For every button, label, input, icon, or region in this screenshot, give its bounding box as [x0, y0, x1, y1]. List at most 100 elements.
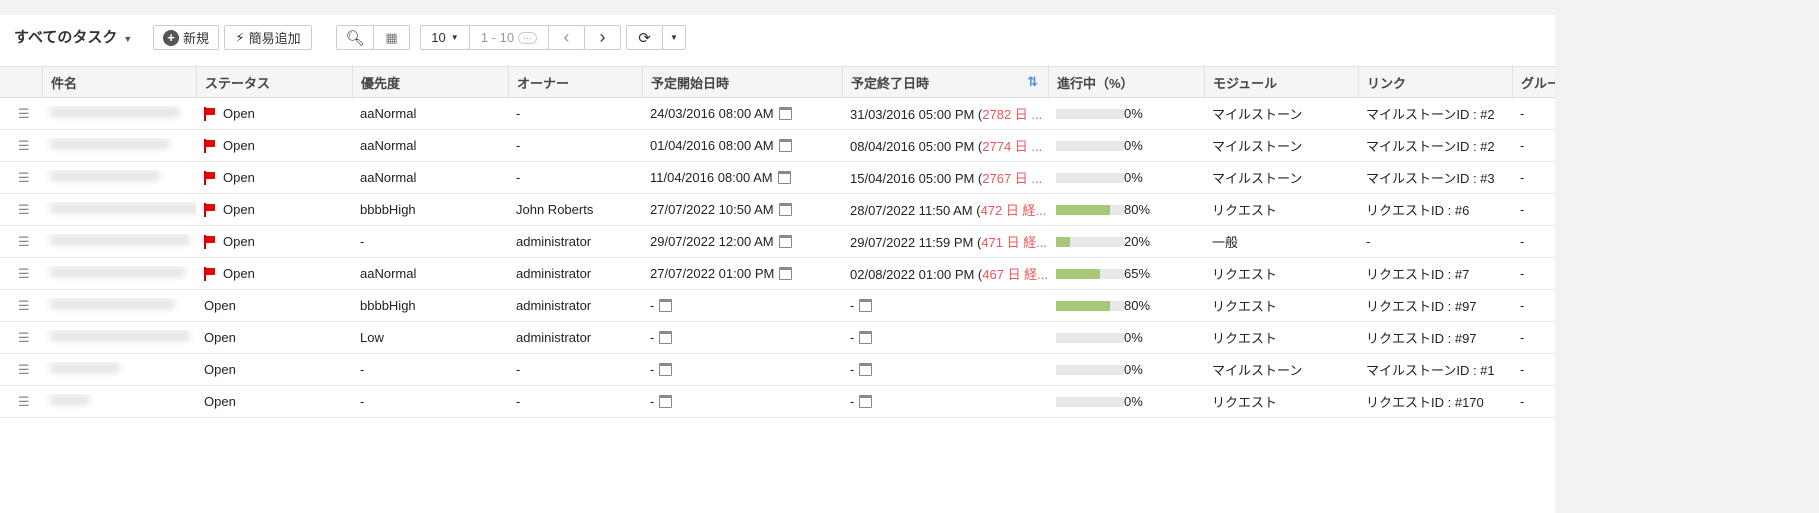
drag-handle-icon[interactable]: ☰ [0, 394, 42, 410]
drag-handle-icon[interactable]: ☰ [0, 106, 42, 122]
progress-label: 80% [1124, 298, 1151, 313]
progress-bar [1056, 205, 1124, 215]
table-row[interactable]: ☰ Open aaNormal - 01/04/2016 08:00 AM 08… [0, 130, 1555, 162]
link-cell[interactable]: リクエストID : #6 [1358, 200, 1512, 219]
start-text: 27/07/2022 10:50 AM [650, 202, 774, 217]
task-title-cell[interactable] [42, 330, 196, 345]
search-button[interactable]: 🔍︎ [336, 25, 374, 50]
start-cell: 01/04/2016 08:00 AM [642, 138, 842, 153]
header-end[interactable]: 予定終了日時 ⇅ [842, 67, 1048, 97]
drag-handle-icon[interactable]: ☰ [0, 330, 42, 346]
task-title-cell[interactable] [42, 298, 196, 313]
calendar-icon[interactable] [659, 395, 673, 408]
new-button[interactable]: + 新規 [153, 25, 219, 50]
calendar-icon[interactable] [778, 203, 792, 216]
table-row[interactable]: ☰ Open bbbbHigh John Roberts 27/07/2022 … [0, 194, 1555, 226]
flag-icon [204, 203, 215, 217]
table-row[interactable]: ☰ Open aaNormal - 11/04/2016 08:00 AM 15… [0, 162, 1555, 194]
drag-handle-icon[interactable]: ☰ [0, 234, 42, 250]
task-title-cell[interactable] [42, 394, 196, 409]
end-cell: - [842, 362, 1048, 377]
header-status[interactable]: ステータス [196, 67, 352, 97]
caret-down-icon: ▼ [123, 34, 133, 44]
task-title-cell[interactable] [42, 362, 196, 377]
start-text: - [650, 394, 655, 409]
refresh-button[interactable]: ⟳ [626, 25, 663, 50]
header-module[interactable]: モジュール [1204, 67, 1358, 97]
more-count-button[interactable]: ··· [518, 31, 538, 44]
prev-page-button[interactable]: ‹ [548, 25, 585, 50]
drag-handle-icon[interactable]: ☰ [0, 362, 42, 378]
header-title[interactable]: 件名 [42, 67, 196, 97]
task-title-cell[interactable] [42, 138, 196, 153]
calendar-icon[interactable] [659, 331, 673, 344]
task-title-cell[interactable] [42, 106, 196, 121]
drag-handle-icon[interactable]: ☰ [0, 266, 42, 282]
refresh-options-button[interactable]: ▼ [662, 25, 686, 50]
view-selector[interactable]: すべてのタスク ▼ [14, 26, 132, 47]
group-cell: - [1520, 106, 1525, 121]
calendar-icon[interactable] [779, 267, 793, 280]
drag-handle-icon[interactable]: ☰ [0, 298, 42, 314]
calendar-icon[interactable] [859, 331, 873, 344]
drag-handle-icon[interactable]: ☰ [0, 138, 42, 154]
progress-label: 80% [1124, 202, 1151, 217]
calendar-icon[interactable] [859, 363, 873, 376]
task-list-panel: すべてのタスク ▼ + 新規 ⚡ 簡易追加 🔍︎ ▦ 10 ▼ 1 - 10 ··· ‹ … [0, 15, 1555, 513]
table-row[interactable]: ☰ Open - - - - 0% リクエスト リクエストID : #170 - [0, 386, 1555, 418]
quick-add-button[interactable]: ⚡ 簡易追加 [224, 25, 312, 50]
link-cell[interactable]: - [1358, 234, 1512, 249]
calendar-icon[interactable] [659, 299, 673, 312]
task-title-cell[interactable] [42, 170, 196, 185]
calendar-icon[interactable] [778, 107, 792, 120]
drag-handle-icon[interactable]: ☰ [0, 170, 42, 186]
task-title-cell[interactable] [42, 202, 196, 217]
progress-bar [1056, 333, 1124, 343]
sort-icon[interactable]: ⇅ [1027, 74, 1038, 90]
progress-label: 0% [1124, 362, 1143, 377]
table-row[interactable]: ☰ Open - administrator 29/07/2022 12:00 … [0, 226, 1555, 258]
task-title-cell[interactable] [42, 266, 196, 281]
calendar-icon[interactable] [778, 235, 792, 248]
link-cell[interactable]: マイルストーンID : #2 [1358, 104, 1512, 123]
link-cell[interactable]: リクエストID : #7 [1358, 264, 1512, 283]
view-title: すべてのタスク [14, 29, 118, 46]
table-row[interactable]: ☰ Open bbbbHigh administrator - - 80% リク… [0, 290, 1555, 322]
calendar-icon[interactable] [859, 299, 873, 312]
calendar-icon[interactable] [778, 139, 792, 152]
header-owner[interactable]: オーナー [508, 67, 642, 97]
calendar-icon[interactable] [659, 363, 673, 376]
start-text: 24/03/2016 08:00 AM [650, 106, 774, 121]
table-row[interactable]: ☰ Open - - - - 0% マイルストーン マイルストーンID : #1… [0, 354, 1555, 386]
link-cell[interactable]: マイルストーンID : #2 [1358, 136, 1512, 155]
task-title-cell[interactable] [42, 234, 196, 249]
progress-bar [1056, 397, 1124, 407]
end-text: 29/07/2022 11:59 PM ( [850, 235, 982, 250]
end-cell: 31/03/2016 05:00 PM (2782 日 ... [842, 104, 1048, 123]
progress-label: 0% [1124, 394, 1143, 409]
priority-cell: aaNormal [360, 138, 417, 153]
calendar-icon[interactable] [859, 395, 873, 408]
header-priority[interactable]: 優先度 [352, 67, 508, 97]
header-link[interactable]: リンク [1358, 67, 1512, 97]
table-row[interactable]: ☰ Open aaNormal administrator 27/07/2022… [0, 258, 1555, 290]
link-cell[interactable]: リクエストID : #97 [1358, 296, 1512, 315]
header-start[interactable]: 予定開始日時 [642, 67, 842, 97]
table-row[interactable]: ☰ Open aaNormal - 24/03/2016 08:00 AM 31… [0, 98, 1555, 130]
column-chooser-button[interactable]: ▦ [373, 25, 410, 50]
calendar-icon[interactable] [777, 171, 791, 184]
page-size-select[interactable]: 10 ▼ [420, 25, 470, 50]
link-cell[interactable]: マイルストーンID : #1 [1358, 360, 1512, 379]
overdue-text: 2774 日 ... [982, 139, 1043, 154]
status-text: Open [223, 202, 255, 217]
link-cell[interactable]: マイルストーンID : #3 [1358, 168, 1512, 187]
next-page-button[interactable]: › [584, 25, 621, 50]
drag-handle-icon[interactable]: ☰ [0, 202, 42, 218]
header-group[interactable]: グルー [1512, 67, 1555, 97]
table-row[interactable]: ☰ Open Low administrator - - 0% リクエスト リク… [0, 322, 1555, 354]
owner-cell: - [516, 138, 521, 153]
module-cell: マイルストーン [1212, 107, 1303, 122]
link-cell[interactable]: リクエストID : #170 [1358, 392, 1512, 411]
link-cell[interactable]: リクエストID : #97 [1358, 328, 1512, 347]
header-progress[interactable]: 進行中（%） [1048, 67, 1204, 97]
